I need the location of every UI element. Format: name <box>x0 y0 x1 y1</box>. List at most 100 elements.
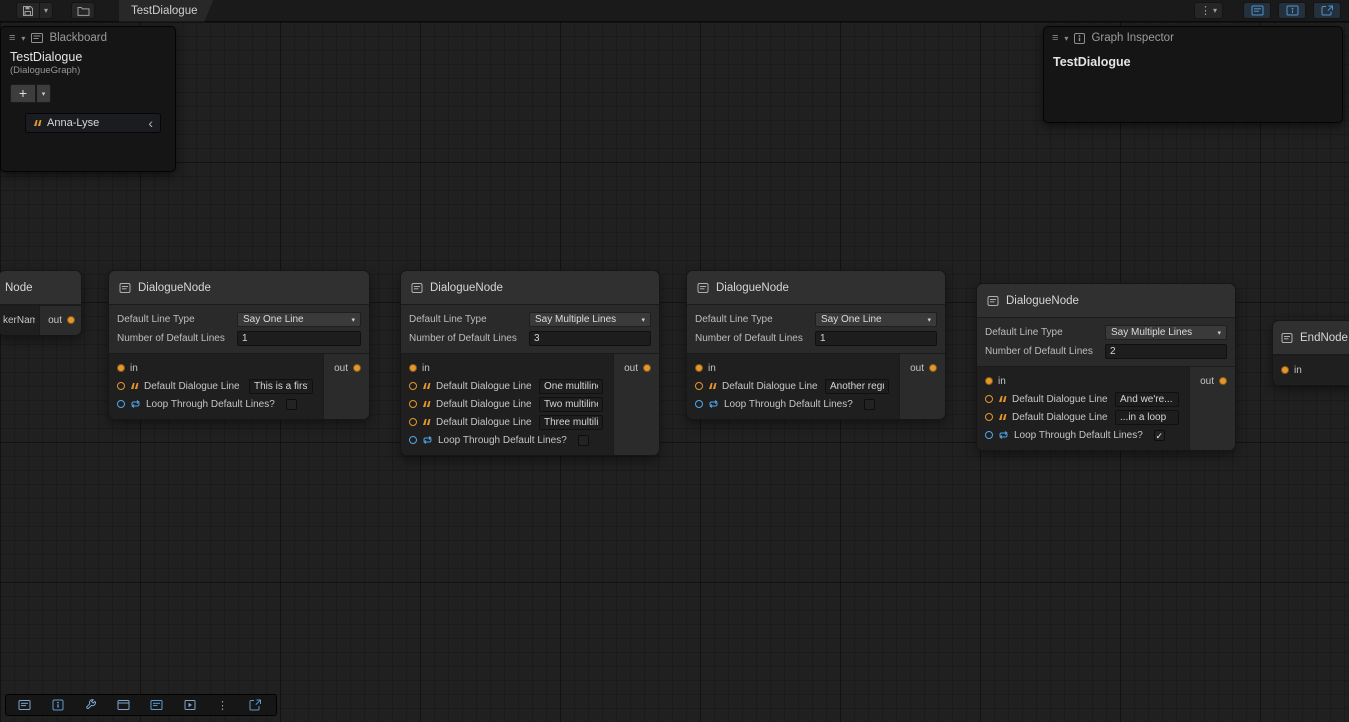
end-node-icon <box>1281 332 1293 344</box>
dialogue-line-field[interactable] <box>249 379 313 394</box>
speaker-node[interactable]: Node kerName out <box>0 270 82 336</box>
num-lines-field[interactable] <box>529 331 651 346</box>
fullscreen-button[interactable] <box>240 696 271 714</box>
loop-port[interactable] <box>695 400 703 408</box>
out-port[interactable] <box>67 316 75 324</box>
in-port[interactable] <box>409 364 417 372</box>
dialogue-line-port[interactable] <box>409 400 417 408</box>
dialogue-line-port[interactable] <box>409 418 417 426</box>
line-type-dropdown[interactable]: Say Multiple Lines ▾ <box>529 312 651 327</box>
node-properties: Default Line Type Say Multiple Lines ▾ N… <box>977 318 1235 366</box>
blackboard-graph-subtitle: (DialogueGraph) <box>1 64 175 76</box>
num-lines-field[interactable] <box>237 331 361 346</box>
loop-checkbox[interactable]: ✓ <box>1154 430 1165 441</box>
toolbar-menu-button[interactable]: ⋮ ▾ <box>1194 2 1223 19</box>
dialogue-line-field[interactable] <box>1115 410 1179 425</box>
add-property-dropdown-button[interactable]: ▾ <box>37 84 51 103</box>
blackboard-header[interactable]: ≡ ▾ Blackboard <box>1 27 175 49</box>
graph-inspector-panel: ≡ ▾ Graph Inspector TestDialogue <box>1043 26 1343 123</box>
open-graph-button[interactable] <box>72 3 94 18</box>
save-dropdown-button[interactable]: ▾ <box>39 3 52 18</box>
num-lines-label: Number of Default Lines <box>409 333 525 344</box>
console-icon <box>18 699 31 711</box>
loop-port[interactable] <box>409 436 417 444</box>
node-title[interactable]: DialogueNode <box>977 284 1235 318</box>
node-title[interactable]: DialogueNode <box>687 271 945 305</box>
loop-checkbox[interactable] <box>578 435 589 446</box>
line-type-dropdown[interactable]: Say One Line ▾ <box>237 312 361 327</box>
add-property-button[interactable]: + <box>10 84 36 103</box>
in-port[interactable] <box>117 364 125 372</box>
toggle-graph-inspector-button[interactable] <box>1278 2 1306 19</box>
inspector-panel-button[interactable] <box>42 696 73 714</box>
dialogue-line-field[interactable] <box>539 397 603 412</box>
in-port-label: in <box>998 376 1006 387</box>
quote-icon <box>422 400 431 408</box>
kebab-menu-icon: ⋮ <box>217 699 228 712</box>
in-port[interactable] <box>1281 366 1289 374</box>
chevron-left-icon[interactable]: ‹ <box>148 118 153 128</box>
loop-checkbox[interactable] <box>864 399 875 410</box>
dialogue-line-port[interactable] <box>117 382 125 390</box>
drag-handle-icon[interactable]: ≡ <box>1052 32 1058 44</box>
play-icon <box>184 699 196 711</box>
bottom-menu-button[interactable]: ⋮ <box>207 696 238 714</box>
blackboard-button[interactable] <box>141 696 172 714</box>
dialogue-line-port[interactable] <box>985 395 993 403</box>
num-lines-field[interactable] <box>1105 344 1227 359</box>
collapse-caret-icon[interactable]: ▾ <box>1064 34 1068 43</box>
out-port-label: out <box>334 363 348 374</box>
out-port-label: out <box>1200 376 1214 387</box>
loop-checkbox[interactable] <box>286 399 297 410</box>
breadcrumb-label: TestDialogue <box>131 5 197 17</box>
line-type-label: Default Line Type <box>695 314 811 325</box>
in-port[interactable] <box>985 377 993 385</box>
loop-icon <box>130 399 141 409</box>
node-title[interactable]: DialogueNode <box>401 271 659 305</box>
out-port[interactable] <box>353 364 361 372</box>
toggle-blackboard-button[interactable] <box>1243 2 1271 19</box>
drag-handle-icon[interactable]: ≡ <box>9 32 15 44</box>
in-port-label: in <box>708 363 716 374</box>
breadcrumb-tab-graph[interactable]: TestDialogue <box>119 0 213 22</box>
out-port-label: out <box>48 315 62 326</box>
frame-arrow-icon <box>1321 5 1334 16</box>
dialogue-node-1[interactable]: DialogueNode Default Line Type Say One L… <box>108 270 370 420</box>
dialogue-node-4[interactable]: DialogueNode Default Line Type Say Multi… <box>976 283 1236 451</box>
dialogue-node-3[interactable]: DialogueNode Default Line Type Say One L… <box>686 270 946 420</box>
play-button[interactable] <box>174 696 205 714</box>
loop-port[interactable] <box>117 400 125 408</box>
out-port[interactable] <box>1219 377 1227 385</box>
end-node[interactable]: EndNode in <box>1272 320 1349 386</box>
line-type-value: Say Multiple Lines <box>535 314 616 325</box>
dialogue-line-field[interactable] <box>539 379 603 394</box>
console-panel-button[interactable] <box>9 696 40 714</box>
loop-port[interactable] <box>985 431 993 439</box>
dialogue-line-port[interactable] <box>695 382 703 390</box>
node-title[interactable]: DialogueNode <box>109 271 369 305</box>
dialogue-line-field[interactable] <box>1115 392 1179 407</box>
save-button[interactable] <box>17 3 39 18</box>
num-lines-field[interactable] <box>815 331 937 346</box>
dialogue-line-port[interactable] <box>985 413 993 421</box>
blackboard-property-anna-lyse[interactable]: Anna-Lyse ‹ <box>25 113 161 133</box>
property-name-label: Anna-Lyse <box>47 117 99 129</box>
line-type-dropdown[interactable]: Say One Line ▾ <box>815 312 937 327</box>
node-title[interactable]: Node <box>0 271 81 305</box>
dialogue-node-2[interactable]: DialogueNode Default Line Type Say Multi… <box>400 270 660 456</box>
node-title[interactable]: EndNode <box>1273 321 1349 355</box>
line-type-dropdown[interactable]: Say Multiple Lines ▾ <box>1105 325 1227 340</box>
out-port[interactable] <box>643 364 651 372</box>
in-port[interactable] <box>695 364 703 372</box>
toggle-minimap-button[interactable] <box>1313 2 1341 19</box>
tools-button[interactable] <box>75 696 106 714</box>
graph-inspector-header[interactable]: ≡ ▾ Graph Inspector <box>1044 27 1342 49</box>
collapse-caret-icon[interactable]: ▾ <box>21 34 25 43</box>
dialogue-line-field[interactable] <box>825 379 889 394</box>
window-button[interactable] <box>108 696 139 714</box>
dialogue-line-field[interactable] <box>539 415 603 430</box>
dialogue-line-port[interactable] <box>409 382 417 390</box>
out-port[interactable] <box>929 364 937 372</box>
dialogue-line-label: Default Dialogue Line 3 <box>436 417 534 428</box>
quote-icon <box>998 395 1007 403</box>
